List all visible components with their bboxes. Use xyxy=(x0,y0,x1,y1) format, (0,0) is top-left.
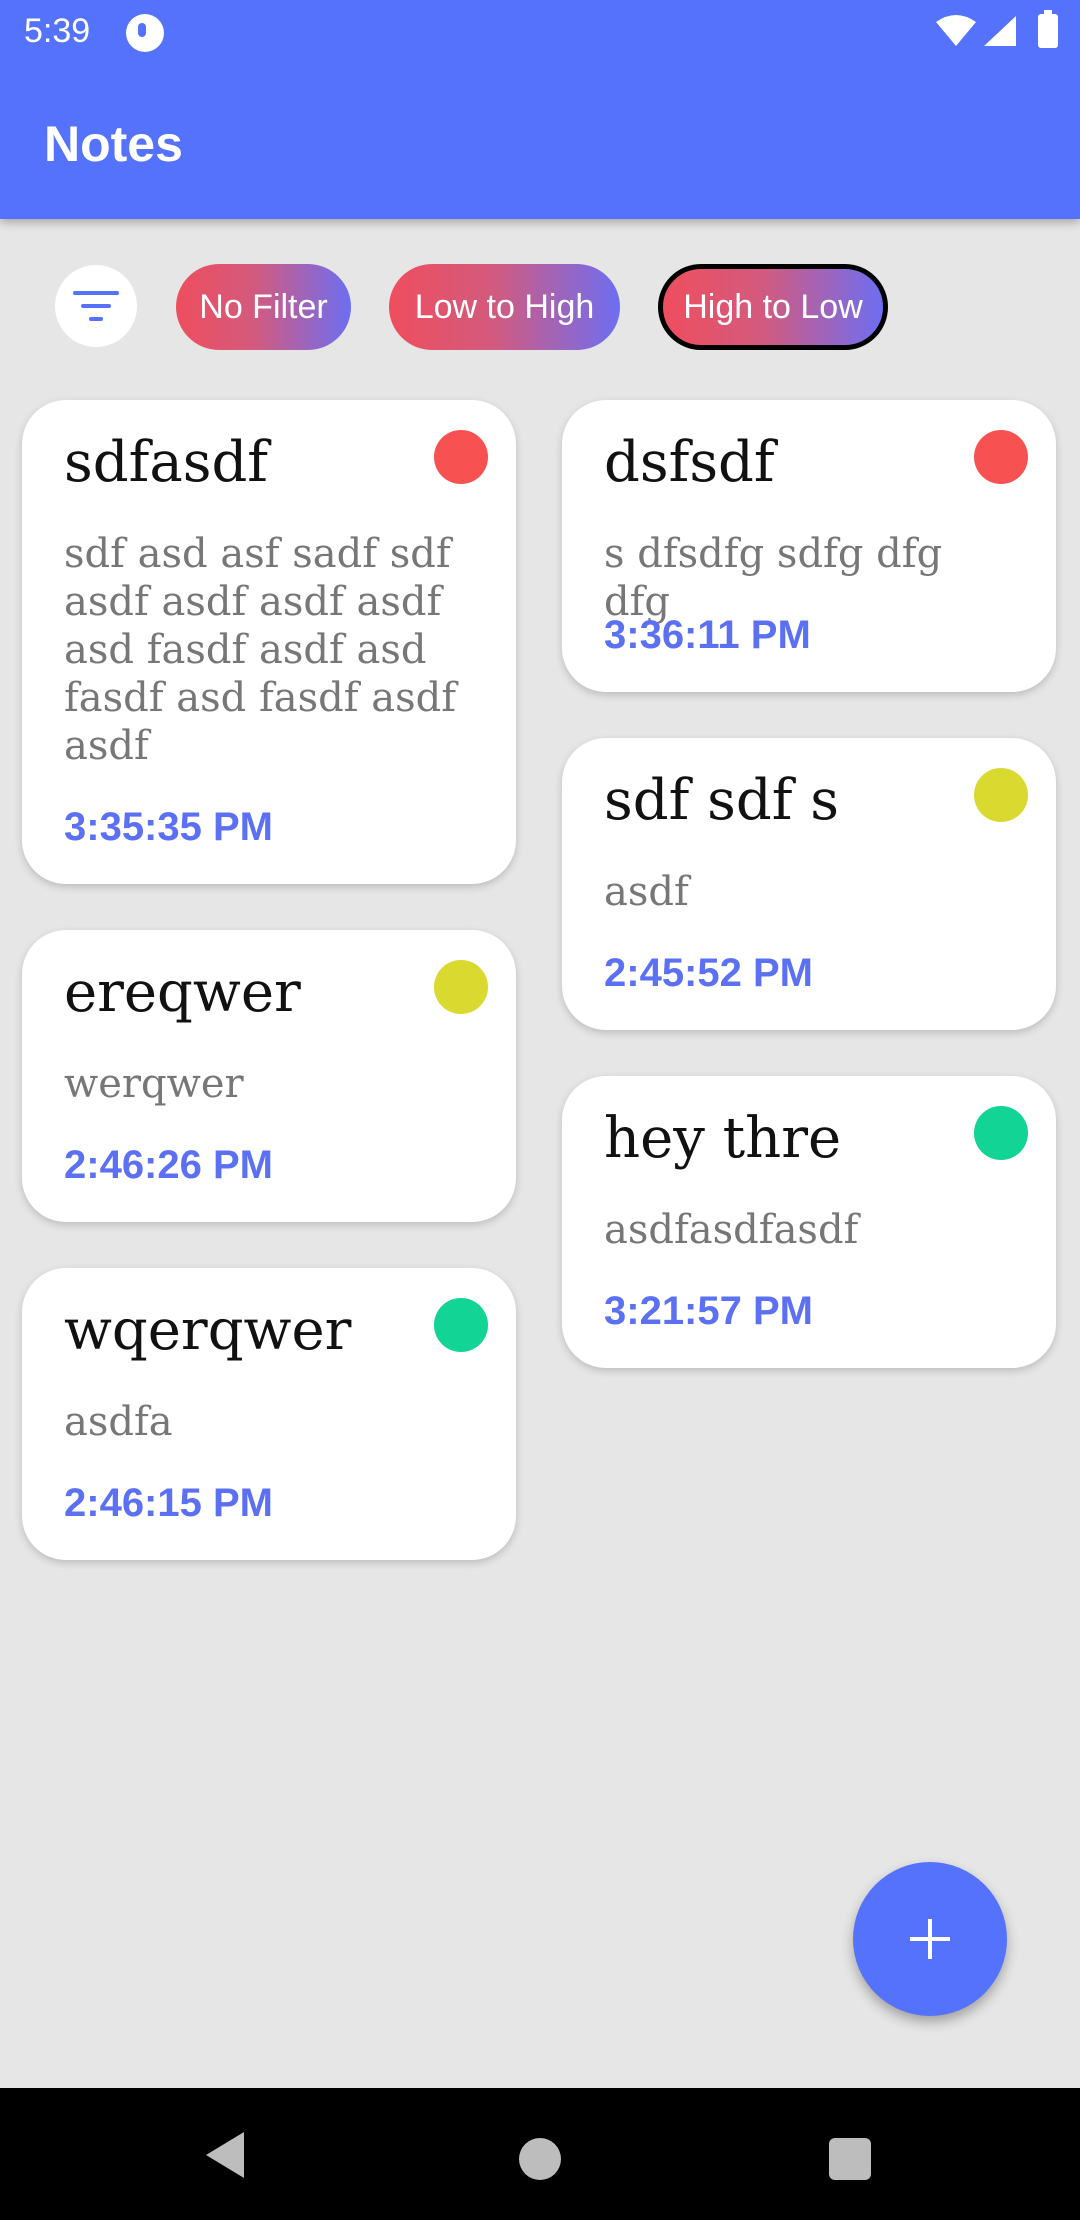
filter-button[interactable] xyxy=(55,265,137,347)
chip-high-to-low[interactable]: High to Low xyxy=(658,264,888,350)
battery-icon xyxy=(1038,10,1058,48)
priority-dot xyxy=(974,768,1028,822)
note-title: sdf sdf s xyxy=(604,768,839,833)
note-card[interactable]: wqerqwer asdfa 2:46:15 PM xyxy=(22,1268,516,1560)
app-bar: 5:39 Notes xyxy=(0,0,1080,219)
note-body: asdf xyxy=(604,869,689,915)
status-bar: 5:39 xyxy=(0,0,1080,66)
note-time: 2:45:52 PM xyxy=(604,951,813,995)
chip-label: Low to High xyxy=(414,287,595,326)
filter-lines-icon xyxy=(73,291,119,321)
chip-label: High to Low xyxy=(683,287,863,326)
status-time: 5:39 xyxy=(24,12,91,50)
note-body: s dfsdfg sdfg dfg dfg xyxy=(604,531,943,625)
note-time: 3:36:11 PM xyxy=(604,613,811,657)
add-note-button[interactable] xyxy=(853,1862,1007,2016)
plus-icon xyxy=(910,1919,950,1959)
notification-icon xyxy=(126,14,164,52)
note-card[interactable]: sdf sdf s asdf 2:45:52 PM xyxy=(562,738,1056,1030)
priority-dot xyxy=(434,1298,488,1352)
note-time: 2:46:26 PM xyxy=(64,1143,273,1187)
note-body: asdfasdfasdf xyxy=(604,1207,859,1253)
note-card[interactable]: hey thre asdfasdfasdf 3:21:57 PM xyxy=(562,1076,1056,1368)
chip-low-to-high[interactable]: Low to High xyxy=(389,264,620,350)
navigation-bar xyxy=(0,2088,1080,2220)
note-body: sdf asd asf sadf sdf asdf asdf asdf asdf… xyxy=(64,531,457,769)
note-card[interactable]: ereqwer werqwer 2:46:26 PM xyxy=(22,930,516,1222)
priority-dot xyxy=(974,430,1028,484)
wifi-icon xyxy=(936,15,976,46)
recents-icon[interactable] xyxy=(829,2138,871,2180)
note-title: hey thre xyxy=(604,1106,842,1171)
priority-dot xyxy=(974,1106,1028,1160)
chip-no-filter[interactable]: No Filter xyxy=(176,264,351,350)
note-title: wqerqwer xyxy=(64,1298,352,1363)
priority-dot xyxy=(434,430,488,484)
signal-icon xyxy=(984,16,1016,46)
note-time: 3:35:35 PM xyxy=(64,805,273,849)
priority-dot xyxy=(434,960,488,1014)
back-icon[interactable] xyxy=(204,2130,248,2180)
note-body: asdfa xyxy=(64,1399,173,1445)
chip-label: No Filter xyxy=(199,287,328,326)
note-title: dsfsdf xyxy=(604,430,775,495)
page-title: Notes xyxy=(44,116,183,172)
note-time: 3:21:57 PM xyxy=(604,1289,813,1333)
home-icon[interactable] xyxy=(519,2138,561,2180)
note-time: 2:46:15 PM xyxy=(64,1481,273,1525)
note-title: ereqwer xyxy=(64,960,301,1025)
note-card[interactable]: sdfasdf sdf asd asf sadf sdf asdf asdf a… xyxy=(22,400,516,884)
note-body: werqwer xyxy=(64,1061,244,1107)
note-title: sdfasdf xyxy=(64,430,269,495)
note-card[interactable]: dsfsdf s dfsdfg sdfg dfg dfg 3:36:11 PM xyxy=(562,400,1056,692)
